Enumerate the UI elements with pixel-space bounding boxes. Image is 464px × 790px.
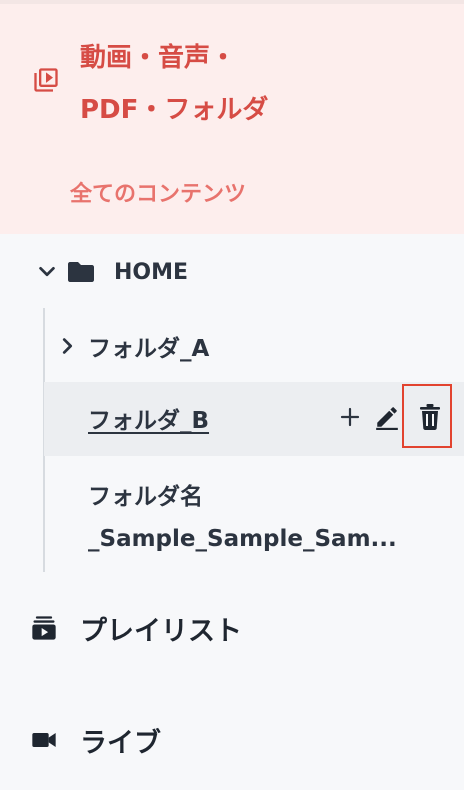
pencil-icon[interactable] — [374, 404, 400, 430]
chevron-down-icon[interactable] — [36, 261, 58, 283]
nav-item-playlist[interactable]: プレイリスト — [30, 608, 242, 648]
folder-icon — [68, 262, 94, 282]
playlist-icon — [32, 616, 56, 640]
tree-item-folder-sample[interactable]: フォルダ名_Sample_Sample_Sam... — [88, 476, 418, 560]
video-library-icon — [34, 68, 58, 92]
tree-item-label[interactable]: フォルダ_B — [88, 401, 209, 435]
plus-icon[interactable] — [338, 405, 362, 429]
trash-icon[interactable] — [418, 403, 442, 431]
section-title-line1: 動画・音声・ — [80, 43, 237, 73]
chevron-right-icon[interactable] — [56, 335, 78, 357]
nav-item-label: プレイリスト — [80, 615, 242, 647]
nav-item-live[interactable]: ライブ — [30, 720, 161, 760]
video-camera-icon — [32, 733, 56, 747]
content-header: 動画・音声・ PDF・フォルダ 全てのコンテンツ — [0, 0, 464, 234]
tree-item-folder-b[interactable]: フォルダ_B — [88, 400, 209, 436]
all-contents-link[interactable]: 全てのコンテンツ — [70, 176, 246, 208]
section-title-line2: PDF・フォルダ — [80, 95, 269, 125]
tree-root-home[interactable]: HOME — [36, 254, 188, 290]
nav-item-label: ライブ — [80, 727, 161, 759]
header-top-border — [0, 0, 464, 4]
section-title[interactable]: 動画・音声・ PDF・フォルダ — [80, 32, 440, 136]
tree-root-label: HOME — [114, 259, 189, 285]
tree-item-label: フォルダ_A — [88, 336, 210, 362]
tree-item-folder-a[interactable]: フォルダ_A — [56, 328, 209, 364]
